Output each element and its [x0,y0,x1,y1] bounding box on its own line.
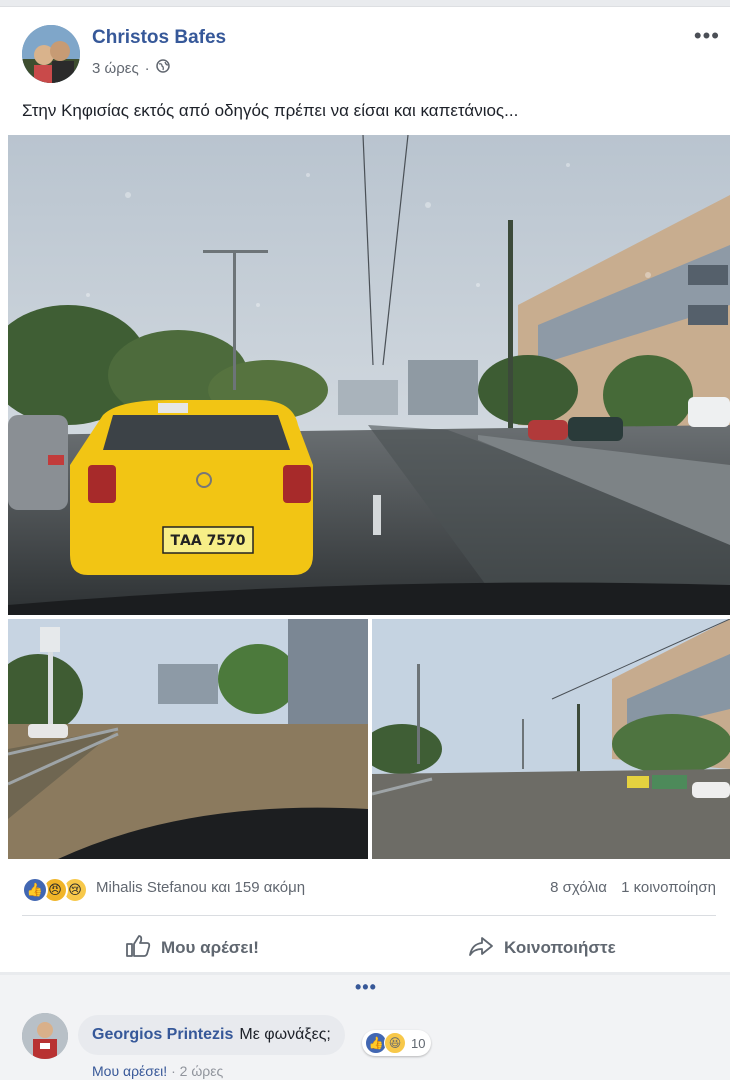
post-text: Στην Κηφισίας εκτός από οδηγός πρέπει να… [22,101,519,120]
like-icon: 👍 [22,877,48,903]
taxi-plate-text: ΤΑΑ 7570 [170,533,245,549]
thumbs-up-icon [125,934,151,963]
like-label: Μου αρέσει! [161,938,259,957]
post-card: Christos Bafes 3 ώρες · ••• Στην Κηφισία… [0,6,730,972]
comment-time[interactable]: 2 ώρες [180,1063,224,1079]
meta-separator: · [144,59,150,77]
reaction-names[interactable]: Mihalis Stefanou και 159 ακόμη [96,879,305,896]
share-arrow-icon [468,934,494,963]
author-name[interactable]: Christos Bafes [92,27,226,49]
share-button[interactable]: Κοινοποιήστε [468,925,616,971]
globe-icon[interactable] [155,59,170,77]
comment-bubble: Georgios Printezis Με φωνάξες; [78,1015,345,1055]
comment-like-link[interactable]: Μου αρέσει! [92,1063,167,1079]
more-options-button[interactable]: ••• [694,23,720,49]
author-avatar[interactable] [22,25,80,83]
actions-divider [22,915,716,916]
commenter-avatar[interactable] [22,1013,68,1059]
comment-actions: Μου αρέσει! · 2 ώρες [92,1063,223,1079]
post-photo-3[interactable] [372,619,730,859]
comment-reactions[interactable]: 👍 😆 10 [362,1030,432,1056]
reactions-summary: 👍 😠 😢 Mihalis Stefanou και 159 ακόμη 8 σ… [0,873,730,905]
post-stats: 8 σχόλια 1 κοινοποίηση [550,879,716,896]
comment-reaction-count: 10 [411,1035,426,1051]
comments-section: ••• Georgios Printezis Με φωνάξες; 👍 😆 1… [0,975,730,1080]
share-label: Κοινοποιήστε [504,938,616,957]
shares-count[interactable]: 1 κοινοποίηση [621,879,716,896]
post-meta: 3 ώρες · [92,59,170,77]
more-comments-button[interactable]: ••• [355,977,377,998]
post-time[interactable]: 3 ώρες [92,60,139,77]
comment-separator: · [171,1063,176,1079]
post-photo-2[interactable] [8,619,368,859]
comment-author[interactable]: Georgios Printezis [92,1026,233,1044]
haha-icon: 😆 [384,1032,406,1054]
reaction-icons[interactable]: 👍 😠 😢 [22,877,94,903]
comments-count[interactable]: 8 σχόλια [550,879,607,896]
comment-text: Με φωνάξες; [239,1026,331,1043]
post-actions: Μου αρέσει! Κοινοποιήστε [0,925,730,971]
like-button[interactable]: Μου αρέσει! [125,925,259,971]
post-photo-main[interactable]: ΤΑΑ 7570 [8,135,730,615]
post-header: Christos Bafes 3 ώρες · ••• Στην Κηφισία… [0,7,730,137]
